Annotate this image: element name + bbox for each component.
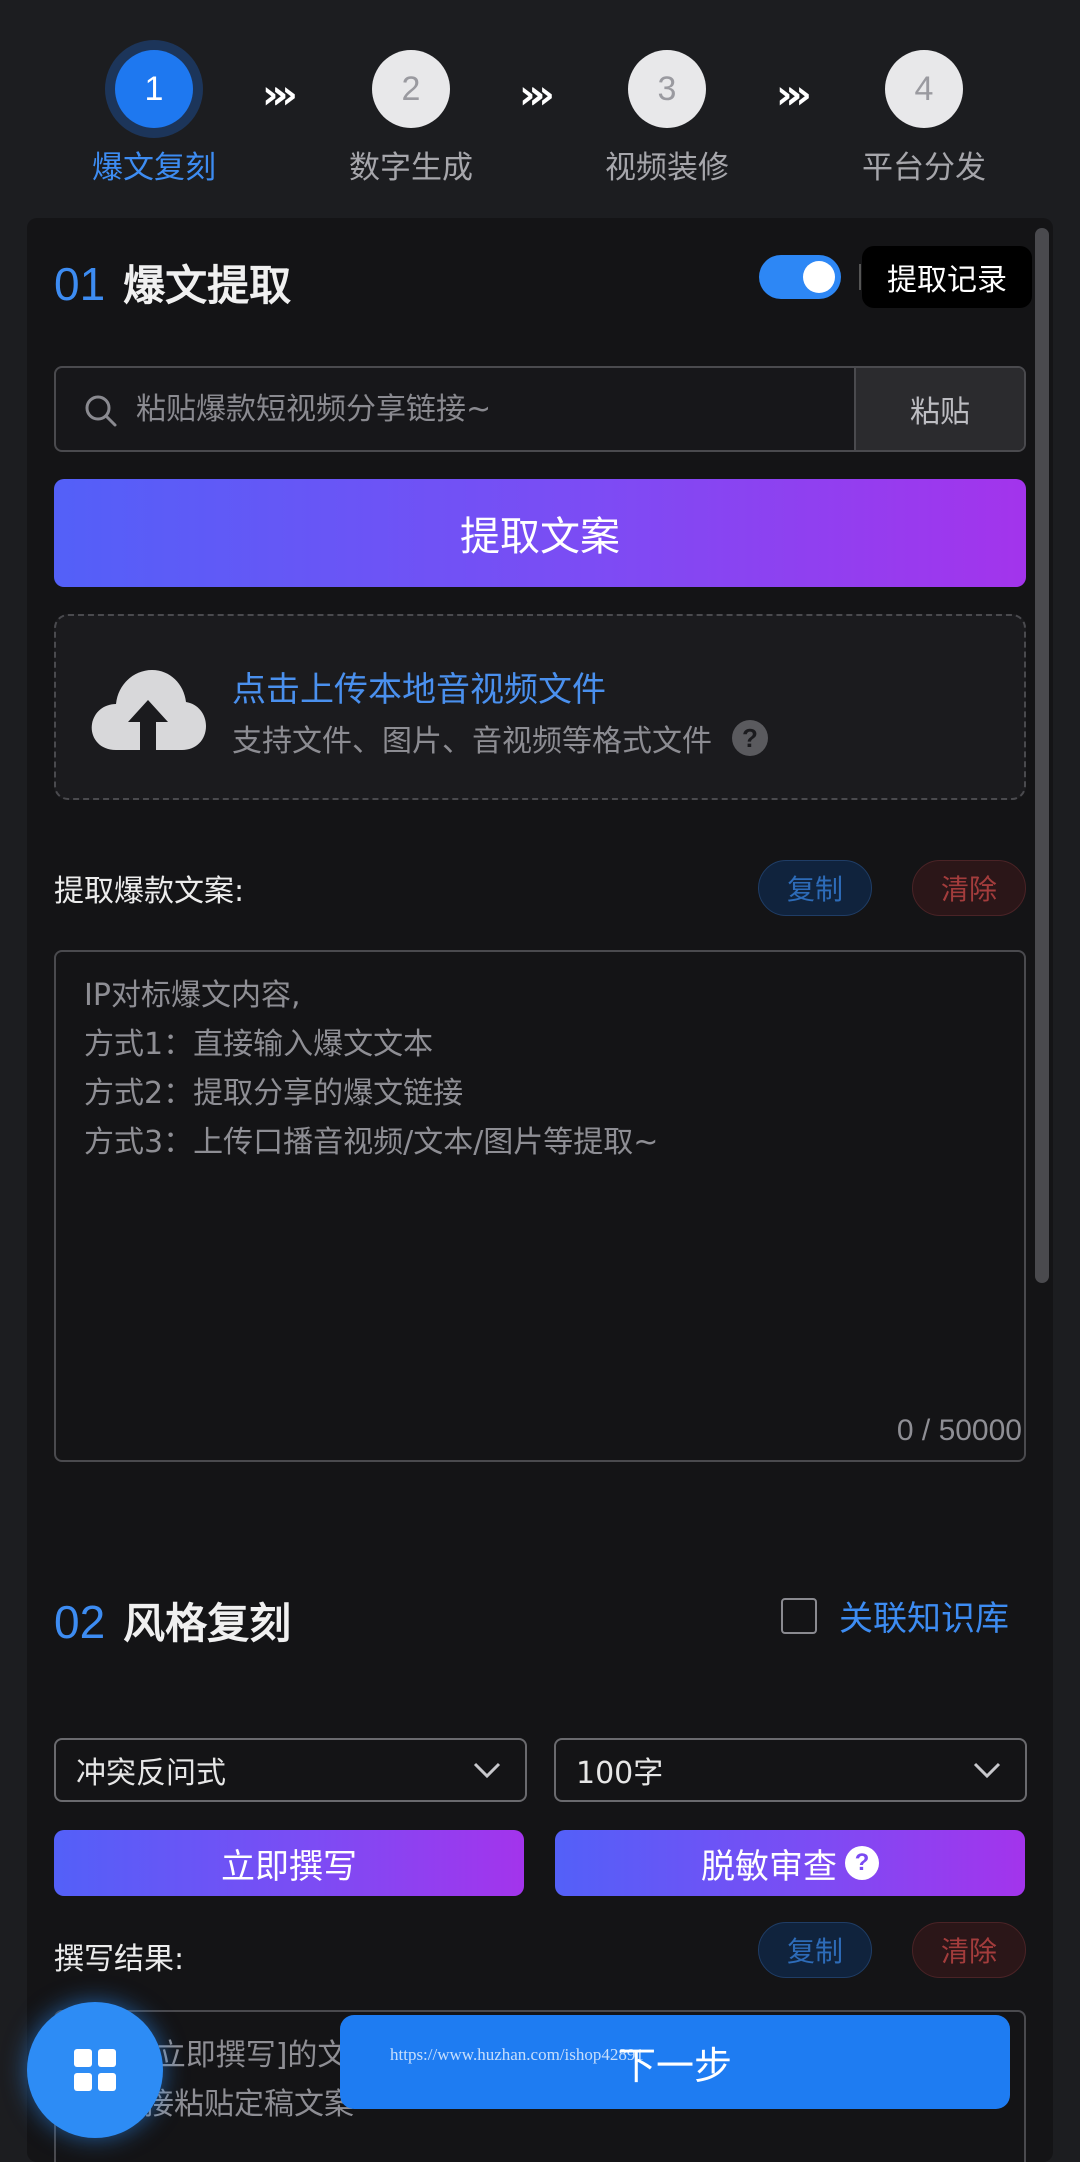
step-4-number: 4 [885, 50, 963, 128]
length-select[interactable]: 100字 [554, 1738, 1027, 1802]
main-panel: 01 爆文提取 提取记录 粘贴 提取文案 点击上传本地音视频文件 支持文件、图片… [27, 218, 1053, 2162]
cloud-upload-icon [91, 670, 206, 754]
step-4-label: 平台分发 [862, 150, 986, 186]
app-page: 1 爆文复刻 » » 2 数字生成 » » 3 视频装修 » » 4 平台分发 … [0, 0, 1080, 2162]
step-3-number: 3 [628, 50, 706, 128]
step-1[interactable]: 1 爆文复刻 [54, 50, 254, 187]
chevron-down-icon [973, 1762, 1001, 1779]
grid-icon [98, 2049, 116, 2067]
step-1-number: 1 [115, 50, 193, 128]
step-3[interactable]: 3 视频装修 [567, 50, 767, 187]
scrollbar[interactable] [1031, 218, 1053, 2162]
upload-title: 点击上传本地音视频文件 [232, 670, 606, 710]
style-select-value: 冲突反问式 [76, 1756, 226, 1791]
clear-button[interactable]: 清除 [912, 1922, 1026, 1978]
upload-dropzone[interactable]: 点击上传本地音视频文件 支持文件、图片、音视频等格式文件 ? [54, 614, 1026, 800]
apps-menu-button[interactable] [27, 2002, 163, 2138]
watermark-text: https://www.huzhan.com/ishop42891 [390, 2045, 644, 2064]
step-2-number: 2 [372, 50, 450, 128]
desensitize-review-button[interactable]: 脱敏审查 ? [555, 1830, 1025, 1896]
hint-line: 方式1：直接输入爆文文本 [84, 1027, 434, 1062]
step-separator-icon: » [529, 72, 555, 118]
grid-icon [74, 2049, 92, 2067]
upload-subtitle-text: 支持文件、图片、音视频等格式文件 [232, 724, 712, 759]
step-2-label: 数字生成 [349, 150, 473, 186]
step-separator-icon: » [786, 72, 812, 118]
help-icon[interactable]: ? [845, 1846, 879, 1880]
share-link-input[interactable] [136, 368, 836, 450]
toggle-knob [803, 261, 835, 293]
step-separator-icon: » [272, 72, 298, 118]
clear-button[interactable]: 清除 [912, 860, 1026, 916]
search-icon [85, 395, 117, 427]
extracted-copy-label: 提取爆款文案: [54, 874, 245, 909]
knowledge-base-label[interactable]: 关联知识库 [839, 1591, 1009, 1640]
step-4[interactable]: 4 平台分发 [824, 50, 1024, 187]
section-style-header: 02 风格复刻 [54, 1590, 291, 1651]
help-icon[interactable]: ? [732, 720, 768, 756]
copy-button[interactable]: 复制 [758, 1922, 872, 1978]
extracted-copy-textarea[interactable]: IP对标爆文内容, 方式1：直接输入爆文文本 方式2：提取分享的爆文链接 方式3… [54, 950, 1026, 1462]
step-3-label: 视频装修 [605, 150, 729, 186]
scrollbar-thumb[interactable] [1035, 228, 1049, 1283]
section-number: 01 [54, 258, 106, 310]
extract-copy-button[interactable]: 提取文案 [54, 479, 1026, 587]
divider [859, 264, 861, 290]
write-now-button[interactable]: 立即撰写 [54, 1830, 524, 1896]
extract-history-button[interactable]: 提取记录 [862, 246, 1032, 308]
step-1-label: 爆文复刻 [92, 150, 216, 186]
result-label: 撰写结果: [54, 1942, 185, 1977]
section-title: 风格复刻 [123, 1599, 292, 1648]
link-search-box: 粘贴 [54, 366, 1026, 452]
hint-line: 方式3：上传口播音视频/文本/图片等提取~ [84, 1125, 659, 1160]
section-extract-header: 01 爆文提取 [54, 252, 291, 313]
style-select[interactable]: 冲突反问式 [54, 1738, 527, 1802]
paste-button[interactable]: 粘贴 [854, 368, 1024, 450]
upload-subtitle: 支持文件、图片、音视频等格式文件 ? [232, 716, 768, 760]
extract-toggle[interactable] [759, 255, 841, 299]
section-number: 02 [54, 1596, 106, 1648]
grid-icon [98, 2073, 116, 2091]
length-select-value: 100字 [576, 1756, 664, 1791]
desensitize-label: 脱敏审查 [701, 1846, 837, 1887]
hint-line: 方式2：提取分享的爆文链接 [84, 1076, 464, 1111]
knowledge-base-checkbox[interactable] [781, 1598, 817, 1634]
grid-icon [74, 2073, 92, 2091]
step-2[interactable]: 2 数字生成 [311, 50, 511, 187]
hint-line: IP对标爆文内容, [84, 978, 301, 1013]
char-counter: 0 / 50000 [896, 1414, 1022, 1447]
chevron-down-icon [473, 1762, 501, 1779]
workflow-stepper: 1 爆文复刻 » » 2 数字生成 » » 3 视频装修 » » 4 平台分发 [0, 0, 1080, 210]
copy-button[interactable]: 复制 [758, 860, 872, 916]
section-title: 爆文提取 [123, 261, 292, 310]
